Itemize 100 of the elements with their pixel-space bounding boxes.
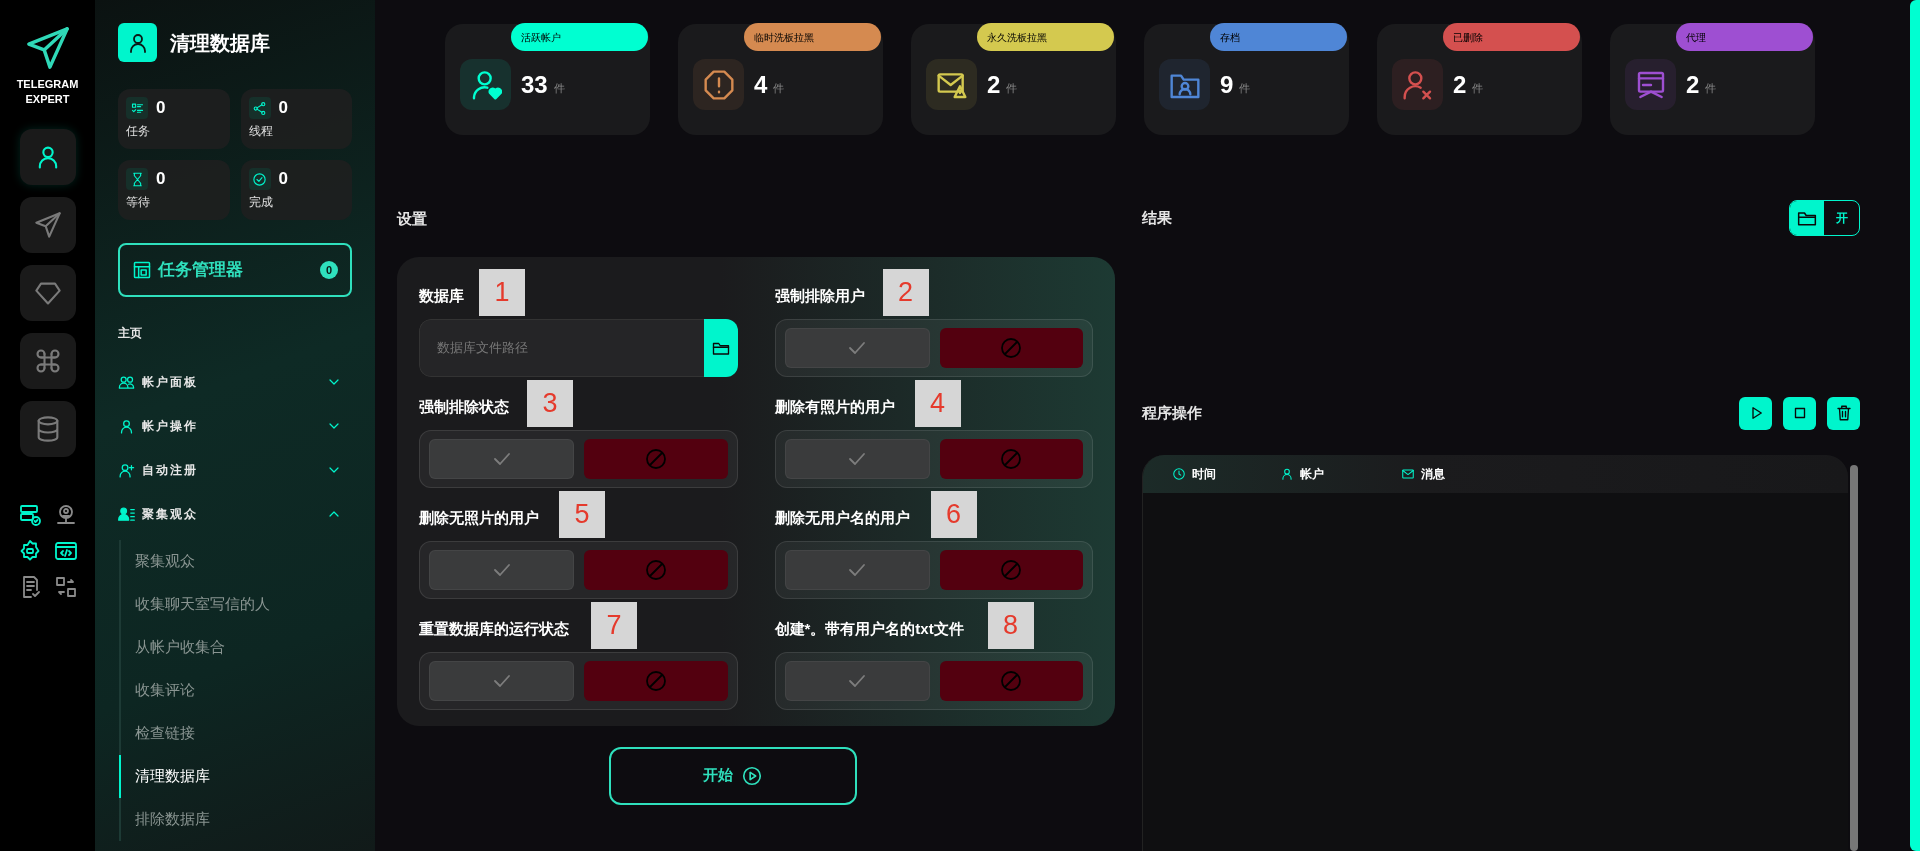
unit-label: 件 (1472, 81, 1484, 97)
number-marker: 8 (987, 601, 1034, 649)
ban-icon (999, 335, 1024, 360)
column-header: 消息 (1421, 466, 1445, 483)
status-badge: 临时洗板拉黑 (744, 23, 881, 51)
trash-icon (1834, 404, 1853, 422)
unit-label: 件 (773, 81, 785, 97)
submenu-item[interactable]: 检查链接 (121, 712, 352, 755)
field-label: 创建*。带有用户名的txt文件 (774, 619, 964, 640)
stat-label: 线程 (248, 123, 274, 140)
field-label: 删除无用户名的用户 (774, 508, 910, 529)
field-label: 强制排除用户 (774, 286, 865, 307)
scrollbar-thumb[interactable] (1850, 465, 1858, 851)
check-circle-icon (252, 171, 267, 187)
number-marker: 6 (930, 490, 977, 538)
count-value: 2 (1453, 69, 1467, 100)
mail-icon (1401, 467, 1415, 481)
count-value: 9 (1220, 69, 1234, 100)
count-value: 4 (754, 69, 768, 100)
status-badge: 代理 (1676, 23, 1813, 51)
unit-label: 件 (1705, 81, 1717, 97)
unit-label: 件 (553, 81, 565, 97)
user-plus-icon (118, 461, 135, 479)
checklist-icon (129, 100, 145, 116)
swap-icon[interactable] (53, 575, 78, 599)
ban-icon (643, 668, 668, 693)
stat-value: 0 (156, 168, 166, 190)
rail-nav-button[interactable] (19, 129, 76, 185)
start-button[interactable]: 开始 (609, 746, 857, 805)
submenu-item[interactable]: 收集聊天室写信的人 (121, 583, 352, 626)
path-input-field[interactable]: 数据库文件路径 (419, 318, 704, 377)
ban-icon (999, 446, 1024, 471)
count-value: 2 (987, 69, 1001, 100)
field-label: 重置数据库的运行状态 (419, 619, 569, 640)
ban-icon (999, 668, 1024, 693)
section-title: 结果 (1142, 207, 1172, 228)
clock-icon (1172, 467, 1186, 481)
ban-icon (643, 557, 668, 582)
user-icon (118, 417, 135, 435)
submenu-item[interactable]: 收集评论 (121, 669, 352, 712)
folder-button[interactable] (703, 318, 738, 377)
menu-item[interactable]: 帐户操作 (118, 404, 352, 448)
code-window-icon[interactable] (53, 539, 78, 563)
count-value: 33 (521, 69, 548, 100)
column-header: 时间 (1192, 466, 1216, 483)
task-manager-button[interactable]: 任务管理器 0 (118, 243, 352, 297)
play-button[interactable] (1739, 396, 1772, 430)
warning-octagon-icon (702, 68, 735, 101)
field-label: 强制排除状态 (419, 397, 509, 418)
unit-label: 件 (1006, 81, 1018, 97)
status-badge: 已删除 (1443, 23, 1580, 51)
paper-plane-logo (24, 25, 71, 71)
number-marker: 3 (527, 379, 573, 427)
number-marker: 7 (591, 601, 637, 649)
stat-value: 0 (278, 168, 288, 190)
server-icon[interactable] (17, 503, 42, 527)
count-badge: 0 (320, 261, 338, 279)
field-label: 删除有照片的用户 (774, 397, 895, 418)
count-value: 2 (1686, 69, 1700, 100)
logo-text: TELEGRAM (16, 77, 79, 92)
field-label: 删除无照片的用户 (419, 508, 539, 529)
submenu-item[interactable]: 排除数据库 (121, 798, 352, 841)
send-icon (33, 211, 62, 239)
section-title: 设置 (397, 209, 428, 229)
status-badge: 存档 (1210, 23, 1347, 51)
status-badge: 永久洗板拉黑 (977, 23, 1114, 51)
stat-label: 任务 (126, 123, 151, 140)
page-title: 清理数据库 (170, 30, 270, 56)
submenu-item[interactable]: 从帐户收集合 (121, 626, 352, 669)
number-marker: 4 (914, 379, 961, 427)
delete-button[interactable] (1827, 396, 1860, 430)
stat-label: 等待 (126, 194, 151, 211)
stat-value: 0 (278, 97, 288, 119)
menu-item[interactable]: 自动注册 (118, 448, 352, 492)
share-icon (252, 100, 267, 116)
number-marker: 5 (559, 490, 605, 538)
unit-label: 件 (1239, 81, 1251, 97)
scrollbar[interactable] (1910, 0, 1920, 851)
ban-icon (999, 557, 1024, 582)
play-circle-icon (741, 764, 763, 787)
menu-item[interactable]: 帐户面板 (118, 360, 352, 404)
field-label: 数据库 (419, 286, 464, 307)
board-icon (132, 260, 152, 280)
submenu-item[interactable]: 清理数据库 (119, 755, 350, 798)
column-header: 帐户 (1300, 466, 1324, 483)
submenu-item[interactable]: 聚集观众 (121, 540, 352, 583)
section-title: 程序操作 (1142, 402, 1202, 423)
number-marker: 1 (479, 268, 525, 316)
user-remove-icon (1401, 68, 1434, 101)
menu-item[interactable]: 聚集观众 (118, 492, 352, 536)
status-badge: 活跃帐户 (511, 23, 648, 51)
folder-button[interactable] (1790, 201, 1824, 235)
number-marker: 2 (882, 268, 929, 316)
logo-text: EXPERT (25, 92, 70, 107)
ban-icon (643, 446, 668, 471)
stat-label: 完成 (248, 194, 274, 211)
stop-button[interactable] (1783, 396, 1816, 430)
stat-value: 0 (156, 97, 166, 119)
user-icon (1280, 467, 1294, 481)
user-list-icon (118, 505, 135, 523)
